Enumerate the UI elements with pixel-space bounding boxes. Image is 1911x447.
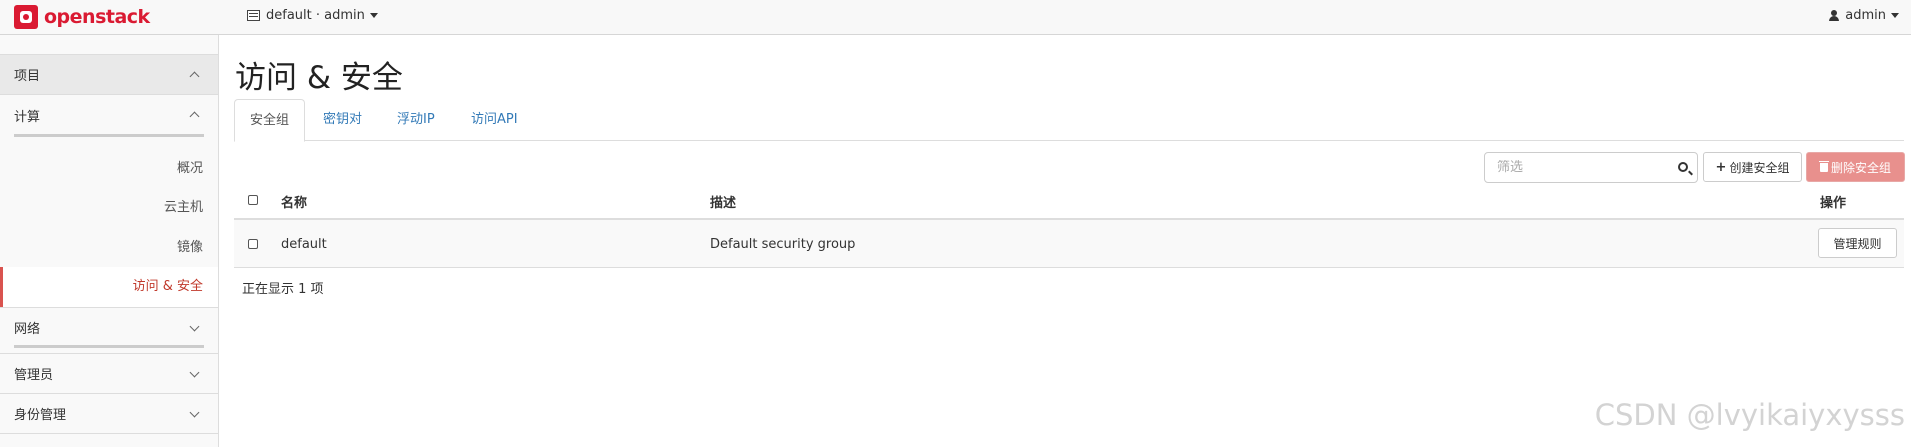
column-header-name[interactable]: 名称 (281, 192, 307, 211)
row-description: Default security group (710, 237, 856, 252)
page-title: 访问 & 安全 (235, 60, 403, 96)
create-button-label: 创建安全组 (1729, 160, 1790, 175)
sidebar-item-images[interactable]: 镜像 (0, 236, 218, 255)
tab-floating-ips[interactable]: 浮动IP (382, 99, 450, 141)
top-navbar: openstack default · admin admin (0, 0, 1911, 35)
search-icon[interactable] (1678, 162, 1688, 172)
sidebar-group-project[interactable]: 项目 (0, 54, 218, 95)
manage-rules-button[interactable]: 管理规则 (1818, 228, 1897, 258)
chevron-up-icon (189, 111, 200, 122)
filter-box (1484, 152, 1698, 183)
sidebar-group-label: 网络 (14, 322, 41, 337)
sidebar-group-label: 管理员 (14, 368, 54, 383)
sidebar-group-identity[interactable]: 身份管理 (0, 394, 218, 434)
sidebar-item-instances[interactable]: 云主机 (0, 196, 218, 215)
caret-down-icon (1891, 13, 1899, 18)
project-picker-label: default · admin (266, 8, 365, 23)
trash-icon (1818, 160, 1829, 172)
plus-icon: + (1715, 159, 1727, 175)
select-all-checkbox[interactable] (248, 195, 258, 205)
create-security-group-button[interactable]: + 创建安全组 (1703, 152, 1802, 182)
tab-api-access[interactable]: 访问API (456, 99, 533, 141)
sidebar: 项目 计算 概况 云主机 镜像 访问 & 安全 网络 管理员 身份管理 (0, 35, 219, 447)
sidebar-item-overview[interactable]: 概况 (0, 157, 218, 176)
delete-security-group-button[interactable]: 删除安全组 (1806, 152, 1905, 182)
watermark: CSDN @lvyikaiyxysss (1594, 398, 1905, 432)
chevron-down-icon (189, 407, 200, 417)
sidebar-item-access-security[interactable]: 访问 & 安全 (0, 267, 218, 307)
filter-input[interactable] (1485, 160, 1665, 175)
brand[interactable]: openstack (14, 5, 150, 29)
sidebar-group-compute[interactable]: 计算 (0, 95, 218, 135)
row-checkbox[interactable] (248, 239, 258, 249)
tab-bar: 安全组 密钥对 浮动IP 访问API (234, 99, 1904, 142)
project-icon (247, 10, 260, 21)
divider (14, 134, 204, 137)
column-header-description[interactable]: 描述 (710, 192, 736, 211)
table-row (234, 220, 1904, 268)
chevron-down-icon (189, 321, 200, 331)
tab-key-pairs[interactable]: 密钥对 (308, 99, 377, 141)
openstack-logo-icon (14, 5, 38, 29)
sidebar-group-label: 项目 (14, 69, 41, 84)
divider (14, 345, 204, 348)
sidebar-group-network[interactable]: 网络 (0, 307, 218, 347)
brand-name: openstack (44, 6, 150, 28)
user-icon (1829, 10, 1840, 21)
item-count: 正在显示 1 项 (242, 282, 324, 297)
chevron-down-icon (189, 367, 200, 377)
column-header-actions: 操作 (1820, 196, 1847, 211)
delete-button-label: 删除安全组 (1830, 160, 1891, 175)
sidebar-group-admin[interactable]: 管理员 (0, 353, 218, 394)
tab-security-groups[interactable]: 安全组 (234, 99, 306, 142)
sidebar-group-label: 计算 (14, 109, 41, 125)
user-name: admin (1845, 8, 1886, 23)
row-name[interactable]: default (281, 237, 327, 252)
user-menu[interactable]: admin (1829, 8, 1899, 23)
chevron-up-icon (189, 71, 200, 81)
project-picker[interactable]: default · admin (247, 8, 378, 23)
caret-down-icon (369, 13, 378, 18)
sidebar-group-label: 身份管理 (14, 408, 67, 423)
